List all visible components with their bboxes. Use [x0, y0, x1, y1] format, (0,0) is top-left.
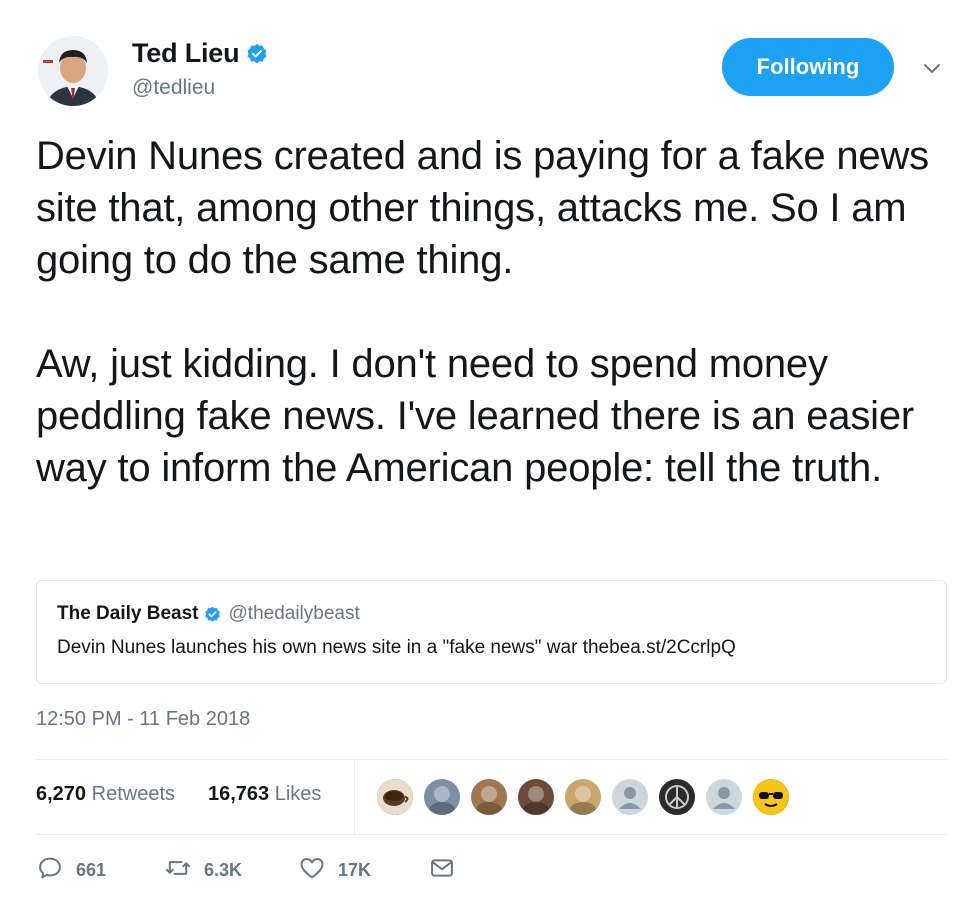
author-info: Ted Lieu @tedlieu	[132, 38, 268, 100]
envelope-icon	[428, 854, 456, 887]
reply-icon	[36, 854, 64, 887]
author-name[interactable]: Ted Lieu	[132, 38, 240, 69]
quoted-tweet-card[interactable]: The Daily Beast @thedailybeast Devin Nun…	[36, 580, 947, 684]
cat-avatar[interactable]	[422, 777, 462, 817]
peace-sign-avatar[interactable]	[657, 777, 697, 817]
stats-divider	[354, 760, 355, 834]
coffee-cup-avatar[interactable]	[375, 777, 415, 817]
chevron-down-icon[interactable]	[920, 56, 944, 80]
retweet-icon	[164, 854, 192, 887]
direct-message-button[interactable]	[428, 852, 456, 888]
tweet-header: Ted Lieu @tedlieu Following	[38, 36, 958, 112]
tweet-actions: 661 6.3K 17K	[36, 852, 636, 888]
divider	[36, 834, 947, 835]
default-person-avatar[interactable]	[610, 777, 650, 817]
flowers-avatar[interactable]	[563, 777, 603, 817]
retweet-count: 6.3K	[204, 859, 243, 880]
retweet-button[interactable]: 6.3K	[164, 852, 242, 888]
author-handle[interactable]: @tedlieu	[132, 76, 268, 100]
like-count: 17K	[338, 859, 372, 880]
likes-stat[interactable]: 16,763 Likes	[208, 783, 321, 806]
reply-count: 661	[76, 859, 107, 880]
retweets-count: 6,270	[36, 783, 87, 805]
photo-avatar[interactable]	[516, 777, 556, 817]
author-avatar[interactable]	[38, 36, 108, 106]
reply-button[interactable]: 661	[36, 852, 106, 888]
likes-count: 16,763	[208, 783, 270, 805]
verified-badge-icon	[204, 606, 221, 623]
tweet-text: Devin Nunes created and is paying for a …	[36, 130, 956, 494]
tweet-paragraph: Devin Nunes created and is paying for a …	[36, 134, 929, 282]
default-person-avatar[interactable]	[704, 777, 744, 817]
cat-avatar[interactable]	[469, 777, 509, 817]
quoted-author-name: The Daily Beast	[57, 603, 199, 624]
tweet-timestamp[interactable]: 12:50 PM - 11 Feb 2018	[36, 708, 250, 731]
following-button[interactable]: Following	[722, 38, 894, 96]
retweets-label: Retweets	[91, 783, 175, 805]
quoted-tweet-header: The Daily Beast @thedailybeast	[57, 603, 360, 625]
quoted-tweet-text: Devin Nunes launches his own news site i…	[57, 637, 736, 658]
retweets-stat[interactable]: 6,270 Retweets	[36, 783, 175, 806]
sunglasses-avatar[interactable]	[751, 777, 791, 817]
heart-icon	[298, 854, 326, 887]
tweet-paragraph: Aw, just kidding. I don't need to spend …	[36, 342, 914, 490]
tweet-stats: 6,270 Retweets 16,763 Likes	[36, 760, 947, 834]
likes-label: Likes	[274, 783, 322, 805]
quoted-author-handle: @thedailybeast	[228, 603, 360, 624]
verified-badge-icon	[246, 43, 268, 65]
like-button[interactable]: 17K	[298, 852, 371, 888]
